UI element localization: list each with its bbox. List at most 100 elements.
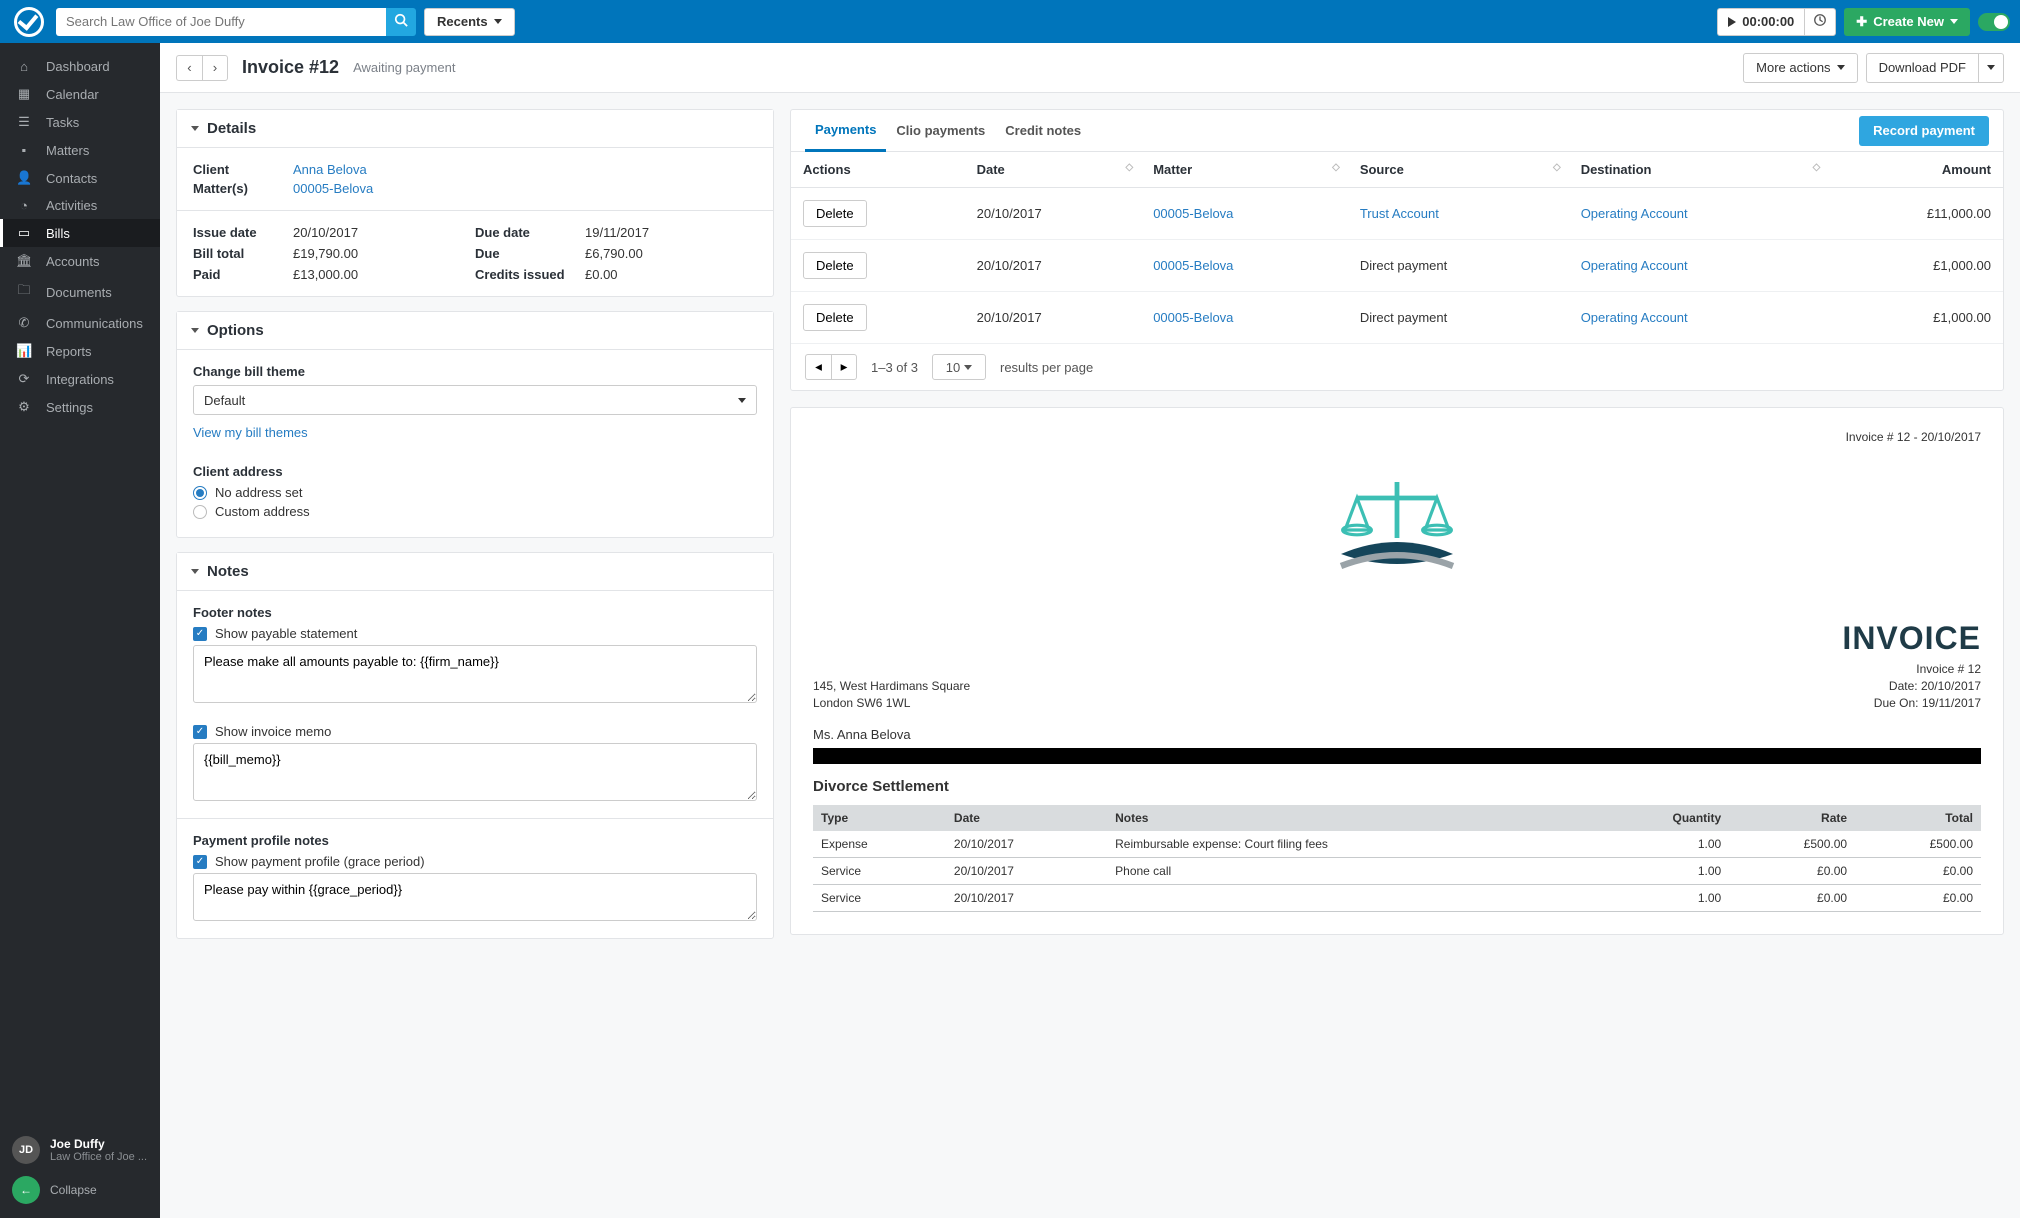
timer-play-button[interactable]: 00:00:00 — [1717, 8, 1804, 36]
recents-button[interactable]: Recents — [424, 8, 515, 36]
user-row[interactable]: JD Joe Duffy Law Office of Joe ... — [12, 1136, 148, 1164]
delete-button[interactable]: Delete — [803, 200, 867, 227]
matter-link[interactable]: 00005-Belova — [293, 181, 465, 196]
page-next-button[interactable]: ▸ — [831, 354, 857, 380]
tab-payments[interactable]: Payments — [805, 110, 886, 152]
nav-label: Activities — [46, 198, 97, 213]
col-destination[interactable]: Destination◇ — [1569, 152, 1829, 188]
delete-button[interactable]: Delete — [803, 252, 867, 279]
search-wrap — [56, 8, 416, 36]
details-amounts: Issue date 20/10/2017 Due date 19/11/201… — [177, 210, 773, 296]
notes-header[interactable]: Notes — [177, 553, 773, 590]
sidebar-nav: ⌂Dashboard ▦Calendar ☰Tasks 🞍Matters 👤Co… — [0, 43, 160, 1126]
play-icon — [1728, 17, 1736, 27]
nav-label: Documents — [46, 285, 112, 300]
search-input[interactable] — [56, 8, 386, 36]
notes-body: Footer notes ✓ Show payable statement ✓ … — [177, 590, 773, 818]
table-row: Delete 20/10/2017 00005-Belova Trust Acc… — [791, 188, 2003, 240]
radio-custom-address[interactable]: Custom address — [193, 504, 757, 519]
nav-reports[interactable]: 📊Reports — [0, 337, 160, 365]
details-header[interactable]: Details — [177, 110, 773, 147]
table-row: Delete 20/10/2017 00005-Belova Direct pa… — [791, 240, 2003, 292]
line-rate: £0.00 — [1729, 885, 1855, 912]
line-qty: 1.00 — [1592, 885, 1729, 912]
timer-clock-button[interactable] — [1804, 8, 1836, 36]
page-title: Invoice #12 — [242, 57, 339, 78]
line-total: £500.00 — [1855, 831, 1981, 858]
phone-icon: ✆ — [16, 315, 32, 331]
destination-link[interactable]: Operating Account — [1581, 258, 1688, 273]
presence-toggle[interactable] — [1978, 13, 2010, 31]
prev-record-button[interactable]: ‹ — [176, 55, 202, 81]
memo-textarea[interactable] — [193, 743, 757, 801]
payments-table: Actions Date◇ Matter◇ Source◇ Destinatio… — [791, 152, 2003, 344]
profile-textarea[interactable] — [193, 873, 757, 921]
invoice-logo — [813, 460, 1981, 600]
show-profile-checkbox[interactable]: ✓ Show payment profile (grace period) — [193, 854, 757, 869]
chevron-down-icon — [1950, 19, 1958, 24]
nav-accounts[interactable]: 🏛Accounts — [0, 247, 160, 275]
theme-select[interactable]: Default — [193, 385, 757, 415]
nav-tasks[interactable]: ☰Tasks — [0, 108, 160, 136]
client-link[interactable]: Anna Belova — [293, 162, 465, 177]
nav-activities[interactable]: ◔Activities — [0, 192, 160, 219]
search-button[interactable] — [386, 8, 416, 36]
nav-integrations[interactable]: ⟳Integrations — [0, 365, 160, 393]
clock-icon — [1813, 13, 1827, 30]
record-payment-button[interactable]: Record payment — [1859, 116, 1989, 146]
due-date-value: 19/11/2017 — [585, 225, 757, 240]
show-payable-checkbox[interactable]: ✓ Show payable statement — [193, 626, 757, 641]
next-record-button[interactable]: › — [202, 55, 228, 81]
app-logo[interactable] — [14, 7, 44, 37]
nav-calendar[interactable]: ▦Calendar — [0, 80, 160, 108]
line-type: Service — [813, 885, 946, 912]
col-matter[interactable]: Matter◇ — [1141, 152, 1348, 188]
line-date: 20/10/2017 — [946, 831, 1107, 858]
view-themes-link[interactable]: View my bill themes — [193, 425, 308, 440]
destination-link[interactable]: Operating Account — [1581, 206, 1688, 221]
col-date[interactable]: Date◇ — [965, 152, 1142, 188]
line-date: 20/10/2017 — [946, 885, 1107, 912]
nav-matters[interactable]: 🞍Matters — [0, 136, 160, 164]
download-pdf-button[interactable]: Download PDF — [1866, 53, 1978, 83]
delete-button[interactable]: Delete — [803, 304, 867, 331]
more-actions-button[interactable]: More actions — [1743, 53, 1857, 83]
checkbox-icon: ✓ — [193, 627, 207, 641]
create-new-button[interactable]: ✚ Create New — [1844, 8, 1970, 36]
nav-label: Settings — [46, 400, 93, 415]
tab-clio-payments[interactable]: Clio payments — [886, 111, 995, 150]
nav-dashboard[interactable]: ⌂Dashboard — [0, 53, 160, 80]
nav-label: Dashboard — [46, 59, 110, 74]
col-source[interactable]: Source◇ — [1348, 152, 1569, 188]
inv-col-total: Total — [1855, 805, 1981, 831]
nav-communications[interactable]: ✆Communications — [0, 309, 160, 337]
matter-link[interactable]: 00005-Belova — [1153, 258, 1233, 273]
line-type: Service — [813, 858, 946, 885]
arrow-left-icon: ← — [12, 1176, 40, 1204]
line-qty: 1.00 — [1592, 858, 1729, 885]
nav-settings[interactable]: ⚙Settings — [0, 393, 160, 421]
invoice-due: Due On: 19/11/2017 — [1842, 695, 1981, 712]
tab-credit-notes[interactable]: Credit notes — [995, 111, 1091, 150]
details-title: Details — [207, 120, 256, 137]
options-header[interactable]: Options — [177, 312, 773, 349]
nav-bills[interactable]: ▭Bills — [0, 219, 160, 247]
radio-no-address[interactable]: No address set — [193, 485, 757, 500]
matter-link[interactable]: 00005-Belova — [1153, 206, 1233, 221]
download-pdf-dropdown[interactable] — [1978, 53, 2004, 83]
page-prev-button[interactable]: ◂ — [805, 354, 831, 380]
line-notes: Reimbursable expense: Court filing fees — [1107, 831, 1592, 858]
payable-textarea[interactable] — [193, 645, 757, 703]
cell-date: 20/10/2017 — [965, 292, 1142, 344]
show-memo-checkbox[interactable]: ✓ Show invoice memo — [193, 724, 757, 739]
source-link[interactable]: Trust Account — [1360, 206, 1439, 221]
collapse-button[interactable]: ← Collapse — [12, 1172, 148, 1208]
invoice-date: Date: 20/10/2017 — [1842, 678, 1981, 695]
nav-documents[interactable]: 🗀Documents — [0, 275, 160, 309]
invoice-matter: Divorce Settlement — [813, 778, 1981, 795]
matter-link[interactable]: 00005-Belova — [1153, 310, 1233, 325]
per-page-select[interactable]: 10 — [932, 354, 986, 380]
page-header: ‹ › Invoice #12 Awaiting payment More ac… — [160, 43, 2020, 93]
nav-contacts[interactable]: 👤Contacts — [0, 164, 160, 192]
destination-link[interactable]: Operating Account — [1581, 310, 1688, 325]
